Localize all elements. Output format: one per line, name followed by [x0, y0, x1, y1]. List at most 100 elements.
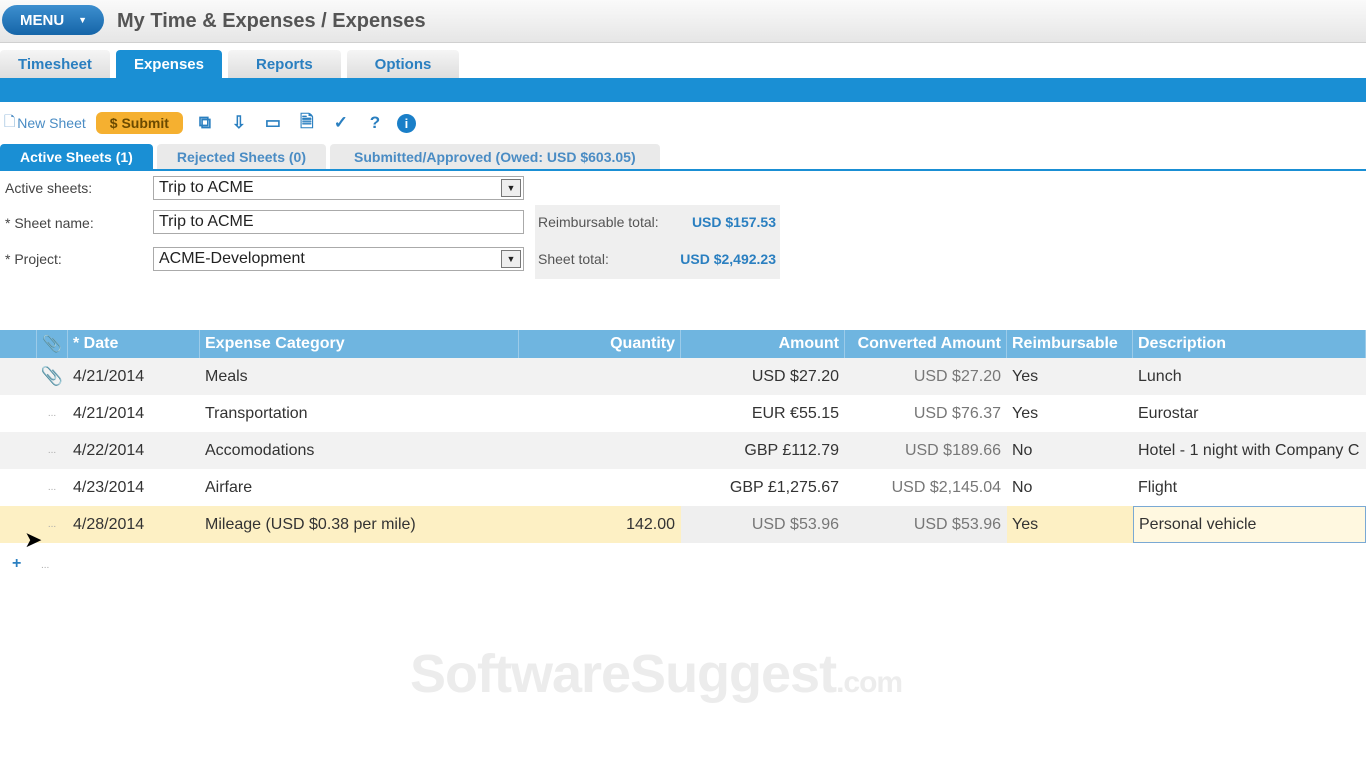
amount-cell[interactable]: GBP £112.79 — [681, 432, 845, 469]
date-cell[interactable]: 4/21/2014 — [68, 395, 200, 432]
header-quantity[interactable]: Quantity — [519, 330, 681, 358]
menu-button[interactable]: MENU ▼ — [2, 5, 104, 35]
mouse-cursor-icon: ➤ — [24, 527, 43, 552]
description-cell[interactable]: Hotel - 1 night with Company C — [1133, 432, 1366, 469]
dropdown-arrow-icon[interactable]: ▼ — [501, 250, 521, 268]
copy-sheet-icon[interactable]: ⧉ — [193, 113, 217, 133]
category-cell[interactable]: Meals — [200, 358, 519, 395]
quantity-cell[interactable] — [519, 432, 681, 469]
sheet-tabs: Active Sheets (1) Rejected Sheets (0) Su… — [0, 144, 1366, 171]
card-icon[interactable]: ▭ — [261, 113, 285, 133]
active-sheets-value: Trip to ACME — [159, 179, 254, 196]
project-select[interactable]: ACME-Development ▼ — [153, 247, 524, 271]
row-selector[interactable] — [0, 432, 37, 469]
date-cell[interactable]: 4/21/2014 — [68, 358, 200, 395]
table-row[interactable]: ... 4/22/2014 Accomodations GBP £112.79 USD … — [0, 432, 1366, 469]
row-menu[interactable]: ... — [37, 469, 68, 506]
category-cell[interactable]: Transportation — [200, 395, 519, 432]
tab-options[interactable]: Options — [346, 50, 460, 78]
new-sheet-button[interactable]: 🗋 New Sheet — [4, 111, 86, 135]
caret-down-icon: ▼ — [78, 15, 88, 25]
converted-amount-cell[interactable]: USD $27.20 — [845, 358, 1007, 395]
dropdown-arrow-icon[interactable]: ▼ — [501, 179, 521, 197]
header-reimbursable[interactable]: Reimbursable — [1007, 330, 1133, 358]
attachment-header-icon: 📎 — [37, 330, 68, 358]
row-menu[interactable]: ... — [37, 395, 68, 432]
header-amount[interactable]: Amount — [681, 330, 845, 358]
converted-amount-cell[interactable]: USD $76.37 — [845, 395, 1007, 432]
reimbursable-total-label: Reimbursable total: — [538, 214, 659, 230]
category-cell[interactable]: Airfare — [200, 469, 519, 506]
new-row-menu[interactable]: ... — [41, 560, 49, 571]
quantity-cell[interactable] — [519, 395, 681, 432]
add-row-button[interactable]: + — [12, 555, 21, 573]
date-cell[interactable]: 4/23/2014 — [68, 469, 200, 506]
tab-rejected-sheets[interactable]: Rejected Sheets (0) — [156, 144, 326, 169]
reimbursable-cell[interactable]: No — [1007, 432, 1133, 469]
tab-bar-underline — [0, 78, 1366, 102]
info-icon[interactable]: i — [396, 113, 416, 133]
main-tabs: Timesheet Expenses Reports Options — [0, 50, 460, 78]
tab-reports[interactable]: Reports — [227, 50, 341, 78]
converted-amount-cell[interactable]: USD $2,145.04 — [845, 469, 1007, 506]
reimbursable-cell[interactable]: Yes — [1007, 358, 1133, 395]
date-cell[interactable]: 4/22/2014 — [68, 432, 200, 469]
page-title: My Time & Expenses / Expenses — [117, 10, 426, 32]
import-icon[interactable]: ⇩ — [227, 113, 251, 133]
reimbursable-total-value: USD $157.53 — [691, 214, 776, 230]
description-cell[interactable]: Flight — [1133, 469, 1366, 506]
tab-expenses[interactable]: Expenses — [115, 50, 222, 78]
table-row[interactable]: ... 4/21/2014 Transportation EUR €55.15 USD … — [0, 395, 1366, 432]
active-sheets-select[interactable]: Trip to ACME ▼ — [153, 176, 524, 200]
submit-button[interactable]: $ Submit — [95, 112, 183, 134]
amount-cell[interactable]: USD $53.96 — [681, 506, 845, 543]
project-value: ACME-Development — [159, 250, 305, 267]
amount-cell[interactable]: USD $27.20 — [681, 358, 845, 395]
amount-cell[interactable]: GBP £1,275.67 — [681, 469, 845, 506]
active-sheets-label: Active sheets: — [5, 180, 93, 196]
delete-document-icon[interactable]: 🗎 — [295, 109, 319, 138]
row-selector[interactable] — [0, 469, 37, 506]
new-sheet-label: New Sheet — [17, 115, 86, 131]
header-select — [0, 330, 37, 358]
date-cell[interactable]: 4/28/2014 — [68, 506, 200, 543]
amount-cell[interactable]: EUR €55.15 — [681, 395, 845, 432]
category-cell[interactable]: Accomodations — [200, 432, 519, 469]
table-header: 📎 * Date Expense Category Quantity Amoun… — [0, 330, 1366, 358]
converted-amount-cell[interactable]: USD $53.96 — [845, 506, 1007, 543]
help-icon[interactable]: ? — [363, 113, 387, 133]
sheet-total-value: USD $2,492.23 — [680, 251, 776, 267]
quantity-cell[interactable] — [519, 469, 681, 506]
row-selector[interactable] — [0, 358, 37, 395]
reimbursable-cell[interactable]: Yes — [1007, 395, 1133, 432]
header-date[interactable]: * Date — [68, 330, 200, 358]
table-row[interactable]: ... 4/28/2014 Mileage (USD $0.38 per mile)… — [0, 506, 1366, 543]
header-converted-amount[interactable]: Converted Amount — [845, 330, 1007, 358]
description-cell[interactable]: Personal vehicle — [1133, 506, 1366, 543]
sheet-name-input[interactable]: Trip to ACME — [153, 210, 524, 234]
reimbursable-cell[interactable]: No — [1007, 469, 1133, 506]
totals-panel: Reimbursable total: USD $157.53 Sheet to… — [535, 205, 780, 279]
description-cell[interactable]: Eurostar — [1133, 395, 1366, 432]
quantity-cell[interactable] — [519, 358, 681, 395]
category-cell[interactable]: Mileage (USD $0.38 per mile) — [200, 506, 519, 543]
new-document-icon: 🗋 — [4, 113, 16, 129]
sheet-total-label: Sheet total: — [538, 251, 609, 267]
tab-timesheet[interactable]: Timesheet — [0, 50, 110, 78]
table-row[interactable]: ... 4/23/2014 Airfare GBP £1,275.67 USD $2,1… — [0, 469, 1366, 506]
row-menu[interactable]: ... — [37, 432, 68, 469]
header-description[interactable]: Description — [1133, 330, 1366, 358]
header-category[interactable]: Expense Category — [200, 330, 519, 358]
quantity-cell[interactable]: 142.00 — [519, 506, 681, 543]
menu-label: MENU — [20, 11, 65, 29]
reimbursable-cell[interactable]: Yes — [1007, 506, 1133, 543]
table-row[interactable]: 📎 4/21/2014 Meals USD $27.20 USD $27.20 Yes Lu… — [0, 358, 1366, 395]
approve-icon[interactable]: ✓ — [329, 113, 353, 133]
attachment-icon[interactable]: 📎 — [37, 358, 68, 395]
tab-submitted-approved[interactable]: Submitted/Approved (Owed: USD $603.05) — [330, 144, 660, 169]
watermark-logo: SoftwareSuggest.com — [410, 644, 903, 704]
description-cell[interactable]: Lunch — [1133, 358, 1366, 395]
row-selector[interactable] — [0, 395, 37, 432]
converted-amount-cell[interactable]: USD $189.66 — [845, 432, 1007, 469]
tab-active-sheets[interactable]: Active Sheets (1) — [0, 144, 153, 169]
